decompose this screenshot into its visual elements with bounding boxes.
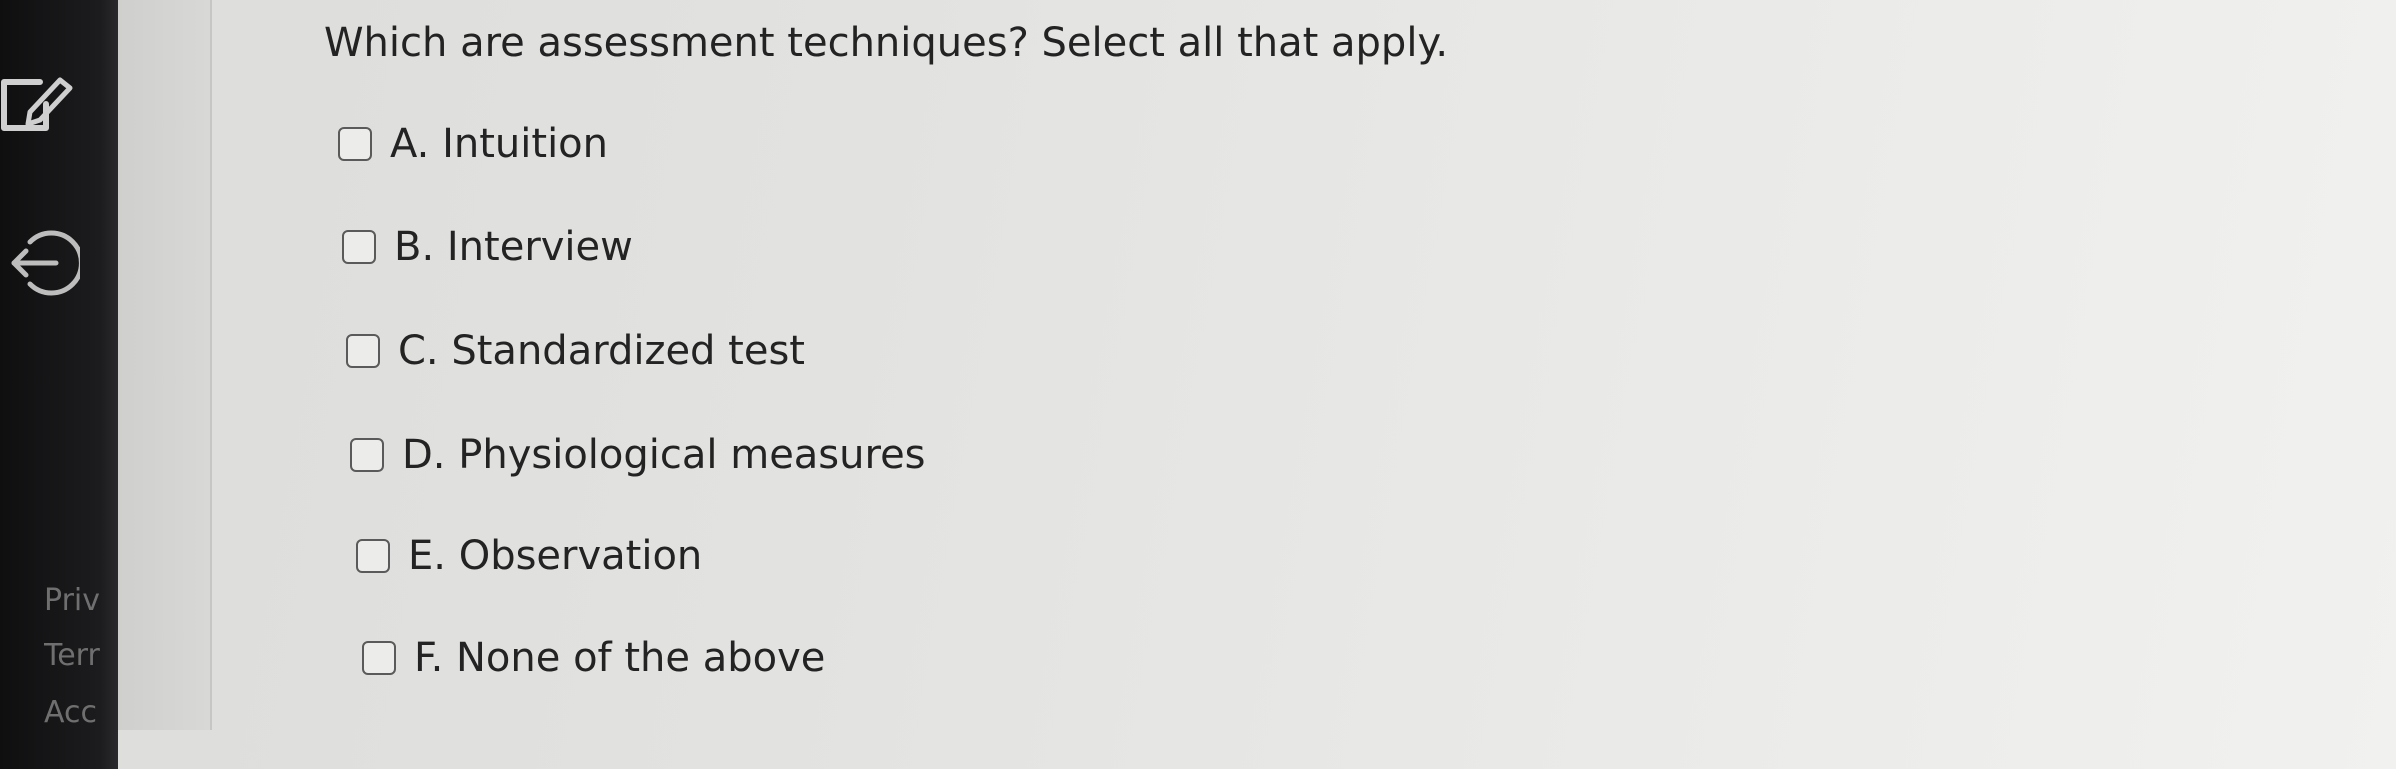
accessibility-link[interactable]: Acc [44, 695, 118, 730]
panel-edge [118, 0, 212, 730]
option-e-checkbox[interactable] [356, 539, 390, 573]
option-f[interactable]: F. None of the above [362, 635, 825, 681]
option-d[interactable]: D. Physiological measures [350, 432, 926, 478]
option-e-label[interactable]: E. Observation [408, 533, 702, 579]
option-a[interactable]: A. Intuition [338, 121, 608, 167]
option-c-label[interactable]: C. Standardized test [398, 328, 805, 374]
exit-icon[interactable] [6, 226, 80, 300]
option-f-label[interactable]: F. None of the above [414, 635, 825, 681]
terms-link[interactable]: Terr [44, 638, 118, 673]
privacy-link[interactable]: Priv [44, 583, 118, 618]
option-e[interactable]: E. Observation [356, 533, 702, 579]
option-b-label[interactable]: B. Interview [394, 224, 633, 270]
option-d-checkbox[interactable] [350, 438, 384, 472]
option-d-label[interactable]: D. Physiological measures [402, 432, 926, 478]
option-a-label[interactable]: A. Intuition [390, 121, 608, 167]
option-a-checkbox[interactable] [338, 127, 372, 161]
left-sidebar: Priv Terr Acc [0, 0, 118, 769]
option-c-checkbox[interactable] [346, 334, 380, 368]
edit-icon[interactable] [0, 74, 74, 134]
question-text: Which are assessment techniques? Select … [324, 20, 1449, 66]
option-f-checkbox[interactable] [362, 641, 396, 675]
option-c[interactable]: C. Standardized test [346, 328, 805, 374]
option-b[interactable]: B. Interview [342, 224, 633, 270]
option-b-checkbox[interactable] [342, 230, 376, 264]
